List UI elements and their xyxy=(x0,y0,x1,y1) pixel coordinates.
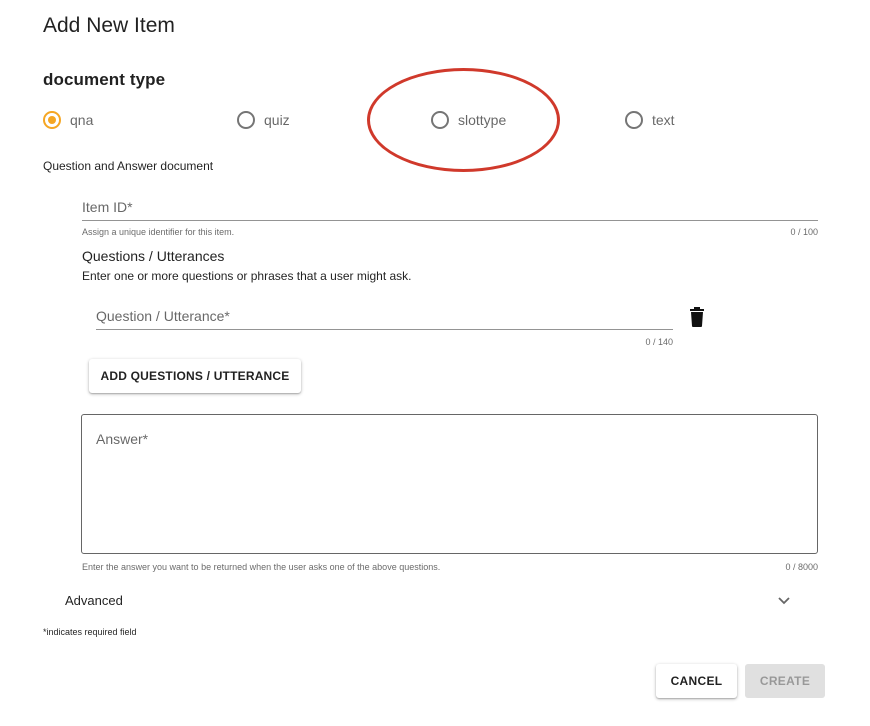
question-utterance-input[interactable]: Question / Utterance* xyxy=(96,308,230,324)
annotation-highlight-ellipse xyxy=(367,68,560,172)
radio-qna[interactable]: qna xyxy=(43,108,93,132)
item-id-underline xyxy=(82,220,818,221)
item-id-input[interactable]: Item ID* xyxy=(82,199,133,215)
dialog-title: Add New Item xyxy=(43,14,175,37)
answer-hint: Enter the answer you want to be returned… xyxy=(82,562,441,572)
answer-textarea[interactable] xyxy=(81,414,818,554)
answer-counter: 0 / 8000 xyxy=(785,562,818,572)
answer-label: Answer* xyxy=(96,431,149,447)
trash-icon[interactable] xyxy=(689,307,705,327)
radio-selected-icon xyxy=(43,111,61,129)
create-button[interactable]: CREATE xyxy=(745,664,825,698)
radio-label-qna: qna xyxy=(70,112,94,128)
radio-label-text: text xyxy=(652,112,675,128)
questions-description: Enter one or more questions or phrases t… xyxy=(82,269,412,283)
radio-unselected-icon xyxy=(625,111,643,129)
questions-title: Questions / Utterances xyxy=(82,248,225,264)
item-id-hint: Assign a unique identifier for this item… xyxy=(82,227,235,237)
question-utterance-counter: 0 / 140 xyxy=(645,337,673,347)
radio-unselected-icon xyxy=(237,111,255,129)
add-question-utterance-button[interactable]: ADD QUESTIONS / UTTERANCE xyxy=(89,359,301,393)
item-id-counter: 0 / 100 xyxy=(790,227,818,237)
advanced-toggle[interactable]: Advanced xyxy=(65,593,123,608)
radio-quiz[interactable]: quiz xyxy=(237,108,290,132)
cancel-button[interactable]: CANCEL xyxy=(656,664,737,698)
chevron-down-icon[interactable] xyxy=(776,594,792,608)
question-utterance-underline xyxy=(96,329,673,330)
document-type-heading: document type xyxy=(43,70,166,89)
document-type-description: Question and Answer document xyxy=(43,159,214,173)
radio-label-quiz: quiz xyxy=(264,112,290,128)
required-field-note: *indicates required field xyxy=(43,627,137,637)
radio-text[interactable]: text xyxy=(625,108,675,132)
